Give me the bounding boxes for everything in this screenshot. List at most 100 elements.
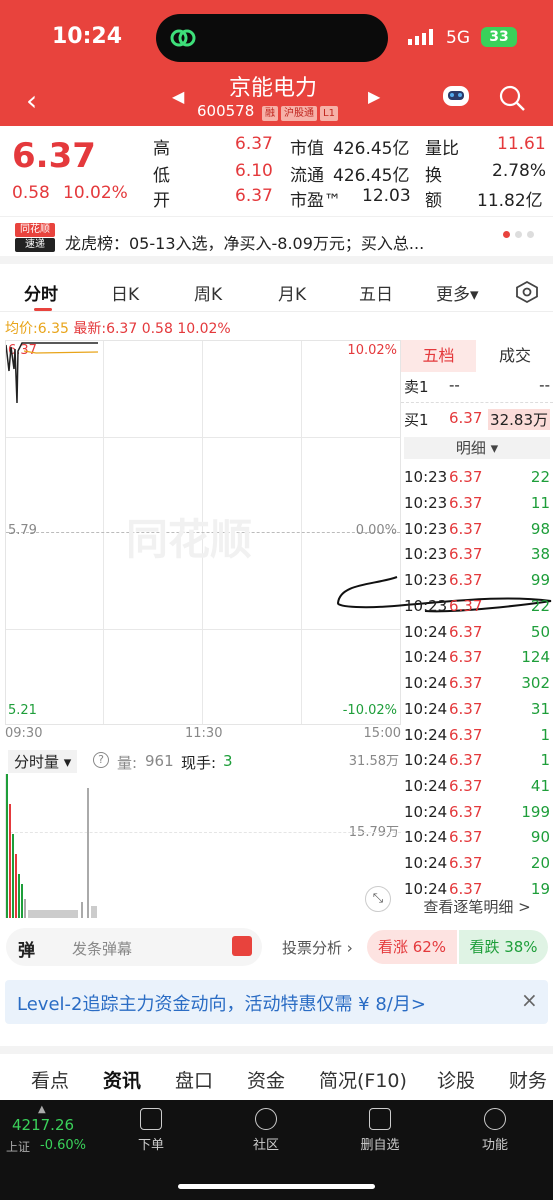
tick-row: 10:23 6.37 22 [404, 597, 550, 615]
settings-icon[interactable] [514, 280, 540, 304]
hand-label: 现手: [181, 754, 217, 772]
volume-max: 31.58万 [348, 754, 399, 769]
volume-ratio-label: 量比 [425, 139, 459, 159]
tick-row: 10:24 6.37 41 [404, 777, 550, 795]
sell1-row: 卖1 -- -- [404, 376, 550, 400]
avg-label: 均价: [5, 321, 38, 337]
vote-up-button[interactable]: 看涨 62% [367, 930, 457, 964]
news-ticker[interactable]: 同花顺 速递 龙虎榜：05-13入选，净买入-8.09万元；买入总... [0, 216, 553, 264]
tab-intraday[interactable]: 分时 [24, 280, 58, 305]
index-value: 4217.26 [12, 1116, 75, 1134]
open-label: 开 [153, 191, 170, 211]
tab-weekly[interactable]: 周K [194, 280, 222, 305]
tick-row: 10:24 6.37 199 [404, 803, 550, 821]
tab-trades[interactable]: 成交 [477, 340, 553, 372]
turnover-label: 换 [425, 166, 442, 186]
tab-f10[interactable]: 简况(F10) [319, 1066, 407, 1093]
buy1-volume: 32.83万 [488, 409, 550, 430]
volume-selector[interactable]: 分时量 ▾ [8, 750, 78, 773]
community-icon [255, 1108, 277, 1130]
amount-value: 11.82亿 [477, 191, 543, 211]
vote-analysis-link[interactable]: 投票分析 › [282, 937, 353, 958]
tick-row: 10:24 6.37 1 [404, 726, 550, 744]
expand-icon[interactable]: ⤡ [365, 886, 391, 912]
news-dot [527, 231, 534, 238]
sell1-price: -- [449, 376, 460, 394]
mcap-value: 426.45亿 [333, 139, 410, 159]
prev-stock-icon[interactable]: ◀ [172, 87, 184, 106]
vote-down-button[interactable]: 看跌 38% [459, 930, 548, 964]
tick-row: 10:23 6.37 98 [404, 520, 550, 538]
tab-more[interactable]: 更多▾ [436, 280, 479, 305]
latest-change: 0.58 [141, 321, 173, 337]
help-icon[interactable]: ? [93, 752, 109, 768]
latest-pct: 10.02% [177, 321, 231, 337]
tab-five-day[interactable]: 五日 [359, 280, 393, 305]
home-indicator [178, 1184, 375, 1189]
index-name: 上证 [6, 1140, 31, 1154]
tab-five-level[interactable]: 五档 [401, 340, 476, 372]
latest-label: 最新: [73, 321, 107, 337]
tick-row: 10:24 6.37 1 [404, 751, 550, 769]
mcap-label: 市值 [290, 139, 324, 159]
detail-toggle[interactable]: 明细 ▾ [404, 437, 550, 459]
tab-finance[interactable]: 财务 [509, 1066, 547, 1093]
quote-panel: 6.37 0.58 10.02% 高 6.37 低 6.10 开 6.37 市值… [0, 126, 553, 216]
tab-funds[interactable]: 资金 [247, 1066, 285, 1093]
view-all-trades-link[interactable]: 查看逐笔明细 > [401, 894, 553, 920]
battery-icon: 33 [481, 27, 517, 47]
tick-row: 10:24 6.37 31 [404, 700, 550, 718]
float-value: 426.45亿 [333, 166, 410, 186]
tick-row: 10:23 6.37 99 [404, 571, 550, 589]
order-button[interactable]: 下单 [121, 1108, 181, 1153]
price-change-pct: 10.02% [63, 183, 128, 203]
close-icon[interactable]: × [521, 988, 538, 1012]
volume-bars [6, 774, 97, 918]
tab-news[interactable]: 资讯 [103, 1066, 141, 1093]
price-line [6, 342, 99, 404]
bullet-icon: 弹 [18, 941, 35, 961]
intraday-chart[interactable]: 同花顺 6.37 5.79 5.21 10.02% 0.00% -10.02% [5, 340, 401, 725]
functions-button[interactable]: 功能 [465, 1108, 525, 1153]
sell1-volume: -- [539, 376, 550, 394]
promo-banner[interactable]: Level-2追踪主力资金动向，活动特惠仅需 ¥ 8/月> × [5, 980, 548, 1024]
time-start: 09:30 [5, 726, 43, 741]
gift-icon[interactable] [232, 936, 252, 956]
back-icon[interactable]: ‹ [26, 84, 37, 117]
next-stock-icon[interactable]: ▶ [368, 87, 380, 106]
news-dot [515, 231, 522, 238]
promo-text: Level-2追踪主力资金动向，活动特惠仅需 ¥ 8/月> [17, 994, 426, 1015]
header: 10:24 5G 33 ‹ ◀ 京能电力 ▶ 600578 融沪股通 L1 [0, 0, 553, 126]
tab-diagnosis[interactable]: 诊股 [437, 1066, 475, 1093]
tick-row: 10:24 6.37 20 [404, 854, 550, 872]
low-label: 低 [153, 166, 170, 186]
remove-watchlist-button[interactable]: 删自选 [350, 1108, 410, 1153]
hand-value: 3 [223, 752, 233, 770]
tick-row: 10:24 6.37 90 [404, 828, 550, 846]
time-end: 15:00 [363, 726, 401, 741]
tag-connect: 沪股通 [281, 106, 318, 121]
news-logo: 同花顺 速递 [15, 223, 55, 253]
bullet-input[interactable]: 弹 发条弹幕 [6, 928, 262, 966]
tab-indicator [34, 308, 52, 311]
volume-chart[interactable]: 分时量 ▾ ? 量: 961 现手: 3 31.58万 15.79万 ⤡ [5, 748, 401, 918]
tab-highlights[interactable]: 看点 [31, 1066, 69, 1093]
time-axis: 09:30 11:30 15:00 [5, 726, 401, 744]
index-ticker[interactable]: ▲ 4217.26 上证 -0.60% [0, 1100, 90, 1200]
menu-icon [484, 1108, 506, 1130]
tag-margin: 融 [262, 106, 279, 121]
tab-orderbook[interactable]: 盘口 [175, 1066, 213, 1093]
tab-monthly[interactable]: 月K [278, 280, 306, 305]
high-value: 6.37 [235, 134, 273, 154]
bullet-comment-bar: 弹 发条弹幕 投票分析 › 看涨 62% 看跌 38% [0, 925, 553, 969]
open-value: 6.37 [235, 186, 273, 206]
volume-value: 961 [145, 752, 174, 770]
link-icon [170, 29, 196, 47]
news-text: 龙虎榜：05-13入选，净买入-8.09万元；买入总... [65, 234, 425, 253]
tick-list[interactable]: 10:23 6.37 22 10:23 6.37 11 10:23 6.37 98 10:2… [401, 464, 553, 896]
robot-icon[interactable] [440, 82, 472, 110]
tab-daily[interactable]: 日K [111, 280, 139, 305]
chart-tabs: 分时 日K 周K 月K 五日 更多▾ [0, 272, 553, 312]
search-icon[interactable] [498, 84, 526, 112]
community-button[interactable]: 社区 [236, 1108, 296, 1153]
